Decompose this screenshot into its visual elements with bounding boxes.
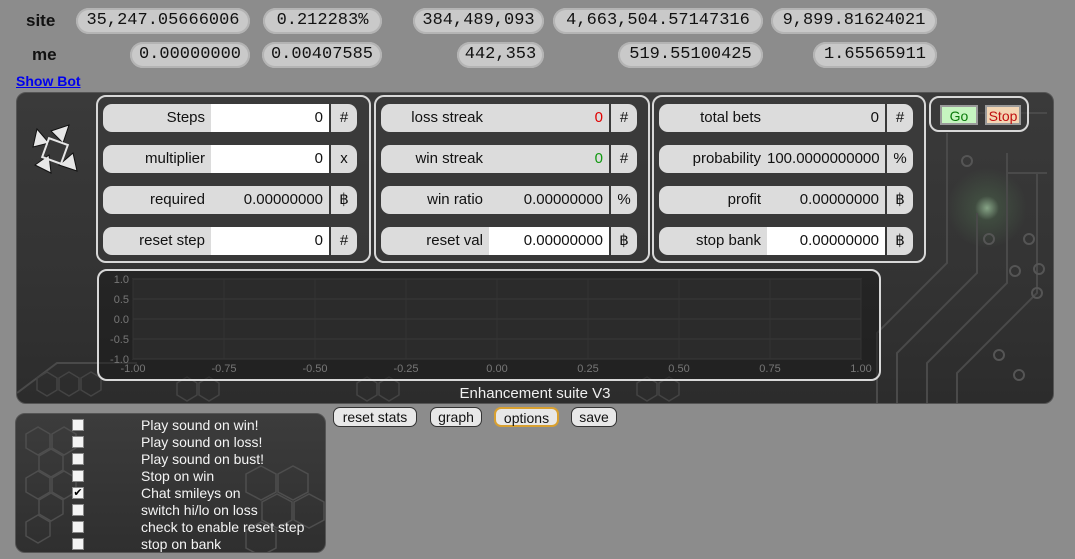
chart-panel: 1.0 0.5 0.0 -0.5 -1.0 -1.00 -0.75 -0.50 -0.25 0.0… <box>97 269 881 381</box>
x-tick-label: -0.25 <box>393 363 418 375</box>
total-bets-label: total bets <box>659 104 767 132</box>
me-stat-value: 519.55100425 <box>618 42 763 68</box>
win-ratio-unit: % <box>611 186 637 214</box>
suite-title: Enhancement suite V3 <box>459 385 611 402</box>
option-label: stop on bank <box>141 536 222 552</box>
save-button[interactable]: save <box>571 407 617 427</box>
stop-bank-unit: ฿ <box>887 227 913 255</box>
options-button[interactable]: options <box>494 407 559 427</box>
option-label: Play sound on bust! <box>141 451 264 467</box>
options-panel: Play sound on win! Play sound on loss! Pla… <box>15 413 326 553</box>
reset-step-label: reset step <box>103 227 211 255</box>
multiplier-unit: x <box>331 145 357 173</box>
reset-val-input[interactable] <box>489 227 609 255</box>
site-stat-value: 384,489,093 <box>413 8 544 34</box>
option-label: Stop on win <box>141 468 215 484</box>
loss-streak-value: 0 <box>489 104 609 132</box>
probability-unit: % <box>887 145 913 173</box>
option-label: check to enable reset step <box>141 519 305 535</box>
x-tick-label: -0.50 <box>302 363 327 375</box>
x-tick-label: -1.00 <box>120 363 145 375</box>
x-tick-label: 0.75 <box>759 363 780 375</box>
reset-stats-button[interactable]: reset stats <box>333 407 417 427</box>
y-tick-label: -0.5 <box>110 334 129 346</box>
win-streak-label: win streak <box>381 145 489 173</box>
go-stop-group: Go Stop <box>929 96 1029 132</box>
win-ratio-label: win ratio <box>381 186 489 214</box>
option-label: Play sound on loss! <box>141 434 263 450</box>
win-streak-value: 0 <box>489 145 609 173</box>
total-bets-value: 0 <box>767 104 885 132</box>
graph-button[interactable]: graph <box>430 407 482 427</box>
stop-button[interactable]: Stop <box>985 105 1021 125</box>
option-label: Play sound on win! <box>141 417 259 433</box>
option-checkbox[interactable] <box>72 470 84 482</box>
reset-val-unit: ฿ <box>611 227 637 255</box>
site-label: site <box>26 11 56 30</box>
x-tick-label: 0.50 <box>668 363 689 375</box>
logo-icon <box>32 124 78 174</box>
steps-input[interactable] <box>211 104 329 132</box>
required-value: 0.00000000 <box>211 186 329 214</box>
reset-step-unit: # <box>331 227 357 255</box>
site-stat-value: 35,247.05666006 <box>76 8 250 34</box>
required-label: required <box>103 186 211 214</box>
win-ratio-value: 0.00000000 <box>489 186 609 214</box>
me-stat-value: 0.00000000 <box>130 42 250 68</box>
option-checkbox[interactable] <box>72 521 84 533</box>
site-stat-value: 9,899.81624021 <box>771 8 937 34</box>
profit-unit: ฿ <box>887 186 913 214</box>
settings-group-bets: total bets 0 # probability 100.000000000… <box>652 95 926 263</box>
option-checkbox[interactable] <box>72 504 84 516</box>
option-checkbox[interactable]: ✔ <box>72 487 84 499</box>
steps-label: Steps <box>103 104 211 132</box>
profit-value: 0.00000000 <box>767 186 885 214</box>
x-tick-label: 0.00 <box>486 363 507 375</box>
go-button[interactable]: Go <box>940 105 978 125</box>
profit-label: profit <box>659 186 767 214</box>
bot-panel: Steps # multiplier x required 0.00000000… <box>16 92 1054 404</box>
y-tick-label: 0.0 <box>114 314 129 326</box>
x-tick-label: 0.25 <box>577 363 598 375</box>
reset-step-input[interactable] <box>211 227 329 255</box>
option-label: switch hi/lo on loss <box>141 502 258 518</box>
settings-group-steps: Steps # multiplier x required 0.00000000… <box>96 95 371 263</box>
option-label: Chat smileys on <box>141 485 241 501</box>
y-tick-label: 0.5 <box>114 294 129 306</box>
probability-label: probability <box>659 145 767 173</box>
stop-bank-label: stop bank <box>659 227 767 255</box>
option-checkbox[interactable] <box>72 538 84 550</box>
site-stat-value: 4,663,504.57147316 <box>553 8 763 34</box>
me-label: me <box>32 45 57 64</box>
me-stat-value: 442,353 <box>457 42 544 68</box>
option-checkbox[interactable] <box>72 453 84 465</box>
reset-val-label: reset val <box>381 227 489 255</box>
me-stat-value: 0.00407585 <box>262 42 382 68</box>
steps-unit: # <box>331 104 357 132</box>
option-checkbox[interactable] <box>72 419 84 431</box>
multiplier-label: multiplier <box>103 145 211 173</box>
probability-value: 100.0000000000 <box>767 145 885 173</box>
stop-bank-input[interactable] <box>767 227 885 255</box>
show-bot-link[interactable]: Show Bot <box>16 73 81 89</box>
x-tick-label: -0.75 <box>211 363 236 375</box>
loss-streak-label: loss streak <box>381 104 489 132</box>
settings-group-streaks: loss streak 0 # win streak 0 # win ratio… <box>374 95 650 263</box>
total-bets-unit: # <box>887 104 913 132</box>
multiplier-input[interactable] <box>211 145 329 173</box>
chart: 1.00.50.0-0.5-1.0-1.00 -0.75 -0.50 -0.25 0.0… <box>110 274 872 375</box>
site-stat-value: 0.212283% <box>263 8 382 34</box>
required-unit: ฿ <box>331 186 357 214</box>
y-tick-label: 1.0 <box>114 274 129 286</box>
win-streak-unit: # <box>611 145 637 173</box>
x-tick-label: 1.00 <box>850 363 871 375</box>
loss-streak-unit: # <box>611 104 637 132</box>
me-stat-value: 1.65565911 <box>813 42 937 68</box>
option-checkbox[interactable] <box>72 436 84 448</box>
